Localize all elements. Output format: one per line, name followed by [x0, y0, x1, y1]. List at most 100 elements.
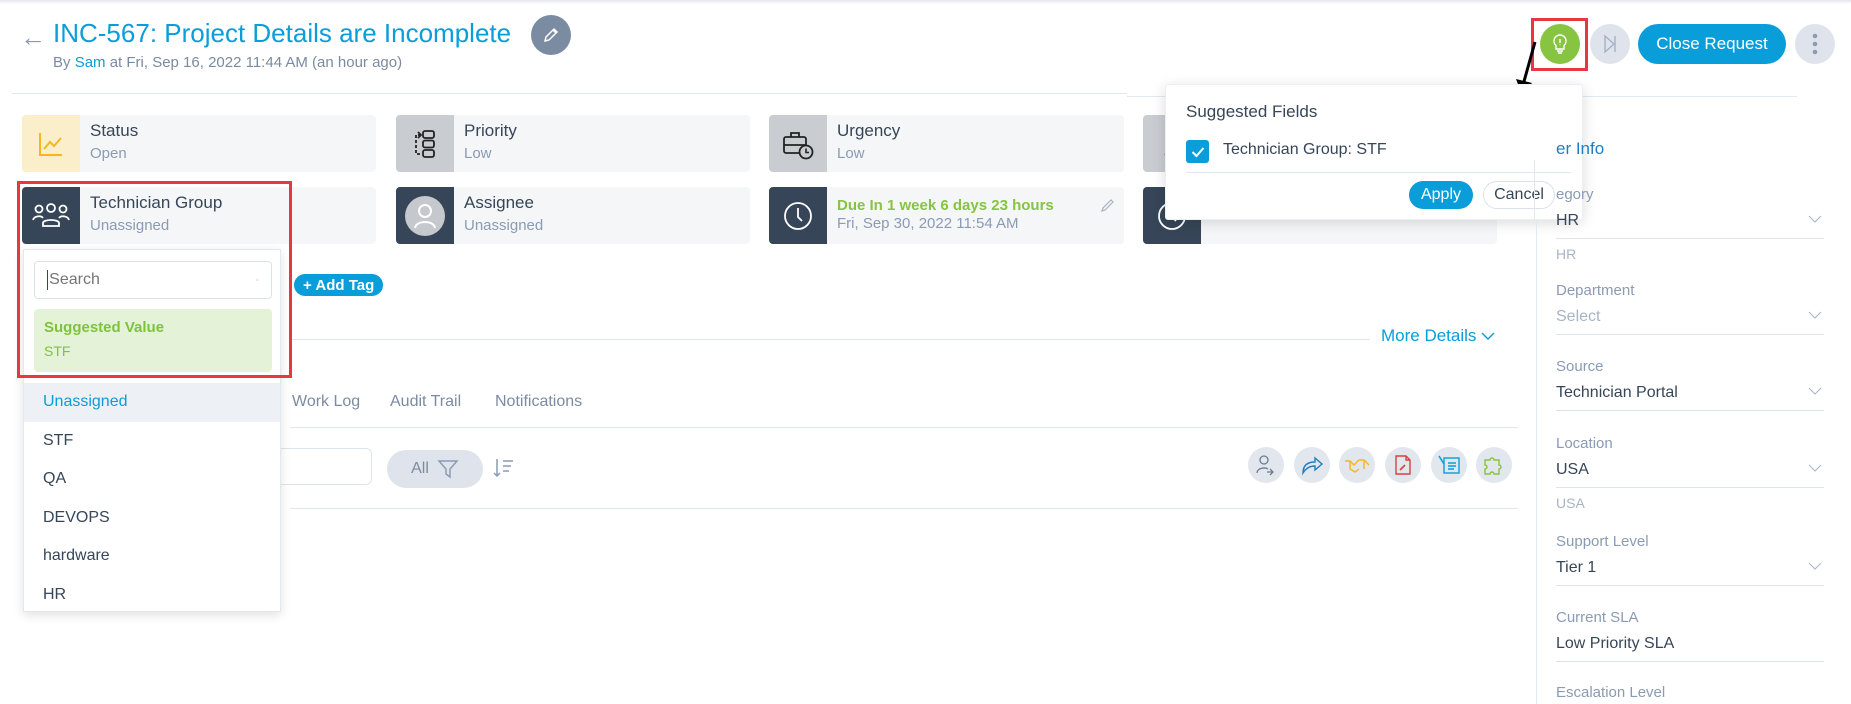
right-panel-border [1536, 220, 1537, 704]
dropdown-option[interactable]: HR [24, 576, 280, 615]
dropdown-option[interactable]: QA [24, 460, 280, 499]
created-meta: at Fri, Sep 16, 2022 11:44 AM (an hour a… [105, 54, 403, 71]
dropdown-option[interactable]: Unassigned [24, 383, 280, 422]
briefcase-clock-icon [769, 115, 827, 172]
field-label: egory [1556, 186, 1594, 203]
field-value-text: Select [1556, 308, 1601, 325]
field-current-sla: Current SLA Low Priority SLA [1556, 609, 1824, 662]
handshake-icon [1345, 459, 1370, 473]
chevron-down-icon [1808, 311, 1822, 319]
chevron-down-icon [1481, 332, 1495, 340]
field-value-text: Low Priority SLA [1556, 635, 1675, 652]
document-edit-icon [1395, 455, 1411, 475]
chevron-down-icon [1808, 562, 1822, 570]
cancel-button[interactable]: Cancel [1483, 181, 1555, 209]
more-details-link[interactable]: More Details [1381, 326, 1495, 346]
user-transfer-icon [1256, 455, 1274, 476]
tab-notifications[interactable]: Notifications [495, 393, 582, 411]
urgency-card[interactable]: Urgency Low [769, 115, 1124, 172]
field-value[interactable]: HR [1556, 212, 1824, 239]
card-label: Assignee [464, 193, 534, 212]
forward-arrow-icon [1302, 456, 1324, 476]
section-divider [290, 339, 1370, 340]
field-value[interactable]: Technician Portal [1556, 384, 1824, 411]
dropdown-option[interactable]: hardware [24, 537, 280, 576]
field-value[interactable]: Select [1556, 308, 1824, 335]
puzzle-icon [1484, 457, 1502, 475]
dropdown-options: Unassigned STF QA DEVOPS hardware HR [24, 383, 280, 614]
field-source[interactable]: Source Technician Portal [1556, 358, 1824, 411]
suggested-fields-popover: Suggested Fields Technician Group: STF A… [1165, 84, 1583, 220]
clock-icon [769, 187, 827, 244]
suggestion-checkbox[interactable] [1186, 140, 1209, 163]
next-button[interactable] [1590, 24, 1630, 64]
priority-card[interactable]: Priority Low [396, 115, 750, 172]
field-hint: USA [1556, 495, 1585, 511]
popover-divider [1186, 172, 1571, 173]
card-value: Unassigned [464, 217, 544, 234]
edit-title-button[interactable] [531, 15, 571, 55]
card-label: Urgency [837, 121, 901, 140]
field-escalation-level: Escalation Level [1556, 684, 1824, 701]
field-value-text: Technician Portal [1556, 384, 1678, 401]
field-label: Support Level [1556, 533, 1649, 550]
card-label: Status [90, 121, 139, 140]
forward-button[interactable] [1294, 447, 1330, 483]
pdf-export-button[interactable] [1385, 447, 1421, 483]
tabs-divider [290, 427, 1518, 428]
assignee-card[interactable]: Assignee Unassigned [396, 187, 750, 244]
more-options-button[interactable] [1795, 24, 1835, 64]
field-label: Source [1556, 358, 1604, 375]
close-request-button[interactable]: Close Request [1638, 24, 1786, 64]
card-label: Priority [464, 121, 517, 140]
popover-title: Suggested Fields [1186, 102, 1318, 121]
dropdown-option[interactable]: STF [24, 422, 280, 461]
tab-work-log[interactable]: Work Log [292, 393, 360, 411]
add-tag-button[interactable]: + Add Tag [294, 274, 384, 296]
field-label: Escalation Level [1556, 684, 1666, 701]
header-divider [12, 93, 1127, 94]
apply-button[interactable]: Apply [1409, 181, 1473, 209]
other-info-title: er Info [1556, 139, 1605, 158]
chevron-down-icon [1808, 387, 1822, 395]
field-value[interactable]: USA [1556, 461, 1824, 488]
by-prefix: By [53, 54, 75, 71]
top-shadow [0, 0, 1851, 4]
transfer-user-button[interactable] [1248, 447, 1284, 483]
chart-line-icon [22, 115, 80, 172]
filter-label: All [411, 460, 429, 477]
field-support-level[interactable]: Support Level Tier 1 [1556, 533, 1824, 586]
collaborate-button[interactable] [1339, 447, 1375, 483]
status-card[interactable]: Status Open [22, 115, 376, 172]
field-category[interactable]: egory HR HR [1556, 186, 1824, 262]
suggestion-label: Technician Group: STF [1223, 141, 1387, 158]
field-value[interactable]: Tier 1 [1556, 559, 1824, 586]
integrations-button[interactable] [1476, 447, 1512, 483]
highlight-box-technician-group [17, 181, 292, 378]
tab-audit-trail[interactable]: Audit Trail [390, 393, 461, 411]
field-location[interactable]: Location USA USA [1556, 435, 1824, 511]
author-link[interactable]: Sam [75, 54, 106, 71]
sort-icon[interactable] [492, 457, 516, 479]
field-value-text: Tier 1 [1556, 559, 1597, 576]
notes-button[interactable] [1431, 447, 1467, 483]
due-in-text: Due In 1 week 6 days 23 hours [837, 197, 1054, 214]
field-label: Location [1556, 435, 1613, 452]
kebab-menu-icon [1812, 33, 1818, 55]
field-department[interactable]: Department Select [1556, 282, 1824, 335]
page-title: INC-567: Project Details are Incomplete [53, 18, 512, 48]
card-value: Low [837, 145, 865, 162]
filter-button[interactable]: All [387, 450, 483, 488]
dropdown-option[interactable]: DEVOPS [24, 499, 280, 538]
back-arrow-icon[interactable]: ← [20, 22, 46, 53]
due-date-card[interactable]: Due In 1 week 6 days 23 hours Fri, Sep 30… [769, 187, 1124, 244]
conversation-search-input[interactable] [270, 448, 372, 485]
request-meta: By Sam at Fri, Sep 16, 2022 11:44 AM (an… [53, 54, 402, 71]
field-value: Low Priority SLA [1556, 635, 1824, 662]
pencil-icon[interactable] [1100, 197, 1116, 213]
user-avatar-icon [396, 187, 454, 244]
skip-next-icon [1604, 34, 1616, 54]
field-label: Department [1556, 282, 1635, 299]
due-date-value: Fri, Sep 30, 2022 11:54 AM [837, 215, 1019, 232]
priority-flow-icon [396, 115, 454, 172]
